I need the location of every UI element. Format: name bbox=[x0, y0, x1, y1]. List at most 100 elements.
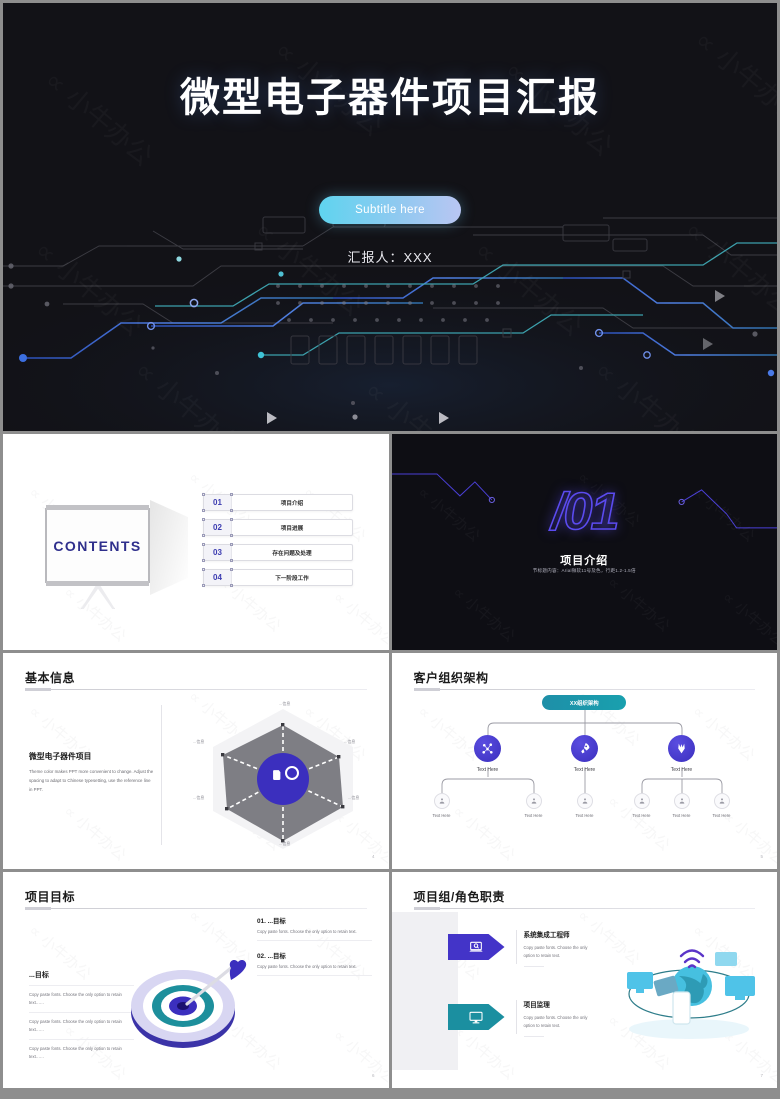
section-title: 项目介绍 bbox=[560, 555, 609, 567]
org-leaf-6[interactable]: Text Here bbox=[704, 793, 740, 818]
org-node-1[interactable]: Text Here bbox=[465, 735, 511, 773]
list-item[interactable]: 03 存在问题及处理 bbox=[202, 543, 353, 562]
role-heading: 项目监理 bbox=[523, 1002, 550, 1009]
network-share-icon bbox=[482, 743, 493, 754]
list-item[interactable]: 01 项目介绍 bbox=[202, 493, 353, 512]
radar-label: ...信息 bbox=[344, 739, 356, 744]
slide-org-chart[interactable]: ∝ 小牛办公 ∝ 小牛办公 ∝ 小牛办公 ∝ 小牛办公 ∝ 小牛办公 ∝ 小牛办… bbox=[391, 653, 777, 869]
list-item[interactable]: 02 项目进展 bbox=[202, 518, 353, 537]
org-leaf-label: Text Here bbox=[632, 813, 651, 818]
org-leaf-2[interactable]: Text Here bbox=[516, 793, 552, 818]
goals-left-item: Copy paste fonts. Choose the only option… bbox=[29, 1038, 134, 1066]
list-item-label: 项目进展 bbox=[280, 525, 304, 532]
dartboard-illustration bbox=[131, 959, 247, 1048]
goals-right-heading: 01. ...目标 bbox=[257, 918, 286, 925]
people-icon bbox=[531, 798, 536, 804]
people-icon bbox=[679, 798, 684, 804]
role-body: Copy paste fonts. Choose the only option… bbox=[523, 1015, 588, 1028]
slide-roles[interactable]: ∝ 小牛办公 ∝ 小牛办公 ∝ 小牛办公 ∝ 小牛办公 ∝ 小牛办公 ∝ 小牛办… bbox=[391, 872, 777, 1088]
org-leaf-label: Text Here bbox=[432, 813, 451, 818]
subtitle-pill-button[interactable]: Subtitle here bbox=[319, 196, 461, 224]
list-item-number: 04 bbox=[204, 570, 232, 585]
corner-mark-icon bbox=[202, 559, 205, 562]
deck-row-2: ∝ 小牛办公 ∝ 小牛办公 ∝ 小牛办公 ∝ 小牛办公 ∝ 小牛办公 ∝ 小牛办… bbox=[3, 434, 777, 650]
handshake-icon bbox=[668, 735, 695, 762]
team-icon bbox=[525, 793, 542, 809]
hand-icon bbox=[678, 743, 685, 754]
deck-row-1: ∝ 小牛办公 ∝ 小牛办公 ∝ 小牛办公 ∝ 小牛办公 ∝ 小牛办公 ∝ 小牛办… bbox=[3, 3, 777, 431]
rocket-icon bbox=[581, 743, 590, 754]
slide-cover[interactable]: ∝ 小牛办公 ∝ 小牛办公 ∝ 小牛办公 ∝ 小牛办公 ∝ 小牛办公 ∝ 小牛办… bbox=[3, 3, 777, 431]
list-item-label: 项目介绍 bbox=[280, 500, 304, 507]
title-divider bbox=[413, 907, 755, 910]
people-icon bbox=[639, 798, 644, 804]
org-node-3[interactable]: Text Here bbox=[659, 735, 705, 773]
page-number: 6 bbox=[371, 1073, 375, 1078]
svg-text:∝ 小牛办公: ∝ 小牛办公 bbox=[330, 588, 388, 650]
list-item[interactable]: 04 下一阶段工作 bbox=[202, 568, 353, 587]
org-leaf-3[interactable]: Text Here bbox=[567, 793, 603, 818]
team-icon bbox=[433, 793, 450, 809]
goals-right-body: Copy paste fonts. Choose the only option… bbox=[257, 929, 372, 941]
org-leaf-5[interactable]: Text Here bbox=[664, 793, 700, 818]
org-node-label: Text Here bbox=[670, 767, 693, 773]
org-leaf-1[interactable]: Text Here bbox=[424, 793, 460, 818]
deck-row-3: ∝ 小牛办公 ∝ 小牛办公 ∝ 小牛办公 ∝ 小牛办公 ∝ 小牛办公 ∝ 小牛办… bbox=[3, 653, 777, 869]
corner-mark-icon bbox=[202, 584, 205, 587]
slide-basic-info[interactable]: ∝ 小牛办公 ∝ 小牛办公 ∝ 小牛办公 ∝ 小牛办公 ∝ 小牛办公 ∝ 小牛办… bbox=[3, 653, 389, 869]
corner-mark-icon bbox=[202, 534, 205, 537]
projector-screen: CONTENTS bbox=[45, 505, 150, 586]
org-leaf-label: Text Here bbox=[575, 813, 594, 818]
section-number: /01 bbox=[550, 482, 620, 542]
radar-label: ...信息 bbox=[193, 795, 205, 800]
team-icon bbox=[633, 793, 650, 809]
slide-contents[interactable]: ∝ 小牛办公 ∝ 小牛办公 ∝ 小牛办公 ∝ 小牛办公 ∝ 小牛办公 ∝ 小牛办… bbox=[3, 434, 389, 650]
list-item-label: 存在问题及处理 bbox=[272, 550, 312, 557]
svg-text:∝ 小牛办公: ∝ 小牛办公 bbox=[330, 1026, 388, 1088]
page-number: 4 bbox=[371, 854, 375, 859]
role-underline-1 bbox=[523, 966, 544, 967]
deck-row-4: ∝ 小牛办公 ∝ 小牛办公 ∝ 小牛办公 ∝ 小牛办公 ∝ 小牛办公 ∝ 小牛办… bbox=[3, 872, 777, 1088]
list-item-label: 下一阶段工作 bbox=[275, 575, 309, 582]
corner-mark-icon bbox=[230, 559, 233, 562]
role-heading: 系统集成工程师 bbox=[523, 932, 570, 939]
goals-left-item: Copy paste fonts. Choose the only option… bbox=[29, 985, 134, 1012]
section-subtitle: 节标题内容：Arial微软11号及色，行距1.2-1.5倍 bbox=[532, 568, 636, 573]
project-description: Theme color makes PPT more convenient to… bbox=[29, 769, 154, 792]
slide-section-01[interactable]: ∝ 小牛办公 ∝ 小牛办公 ∝ 小牛办公 ∝ 小牛办公 ∝ 小牛办公 ∝ 小牛办… bbox=[391, 434, 777, 650]
monitor-icon bbox=[469, 1011, 483, 1024]
org-leaf-label: Text Here bbox=[524, 813, 543, 818]
slide-project-goals[interactable]: ∝ 小牛办公 ∝ 小牛办公 ∝ 小牛办公 ∝ 小牛办公 ∝ 小牛办公 ∝ 小牛办… bbox=[3, 872, 389, 1088]
projector-tripod-icon bbox=[81, 583, 115, 609]
corner-mark-icon bbox=[230, 584, 233, 587]
corner-mark-icon bbox=[202, 509, 205, 512]
role-arrow-1[interactable] bbox=[447, 934, 505, 960]
dart-heart-icon bbox=[229, 959, 247, 980]
role-body: Copy paste fonts. Choose the only option… bbox=[523, 945, 588, 958]
goals-left-item: Copy paste fonts. Choose the only option… bbox=[29, 1011, 134, 1039]
slide-deck-preview: ∝ 小牛办公 ∝ 小牛办公 ∝ 小牛办公 ∝ 小牛办公 ∝ 小牛办公 ∝ 小牛办… bbox=[0, 0, 780, 1099]
team-icon bbox=[713, 793, 730, 809]
people-icon bbox=[439, 798, 444, 804]
corner-mark-icon bbox=[230, 534, 233, 537]
goals-right-body: Copy paste fonts. Choose the only option… bbox=[257, 964, 372, 976]
network-icon bbox=[474, 735, 501, 762]
corner-mark-icon bbox=[202, 493, 205, 496]
hexagon-radar-chart bbox=[213, 709, 353, 849]
people-icon bbox=[582, 798, 587, 804]
goals-left-heading: ...目标 bbox=[29, 972, 49, 979]
rocket-icon bbox=[571, 735, 598, 762]
role-arrow-2[interactable] bbox=[447, 1004, 505, 1030]
page-title: 基本信息 bbox=[25, 671, 76, 685]
page-title: 项目组/角色职责 bbox=[413, 890, 505, 904]
contents-heading: CONTENTS bbox=[53, 537, 142, 554]
title-divider bbox=[25, 907, 367, 910]
role-divider-1 bbox=[515, 930, 517, 964]
corner-mark-icon bbox=[230, 568, 233, 571]
projector-screen-shadow bbox=[150, 500, 188, 595]
corner-mark-icon bbox=[202, 518, 205, 521]
org-leaf-4[interactable]: Text Here bbox=[624, 793, 660, 818]
role-divider-2 bbox=[515, 1000, 517, 1034]
org-node-2[interactable]: Text Here bbox=[562, 735, 608, 773]
org-node-label: Text Here bbox=[476, 767, 499, 773]
